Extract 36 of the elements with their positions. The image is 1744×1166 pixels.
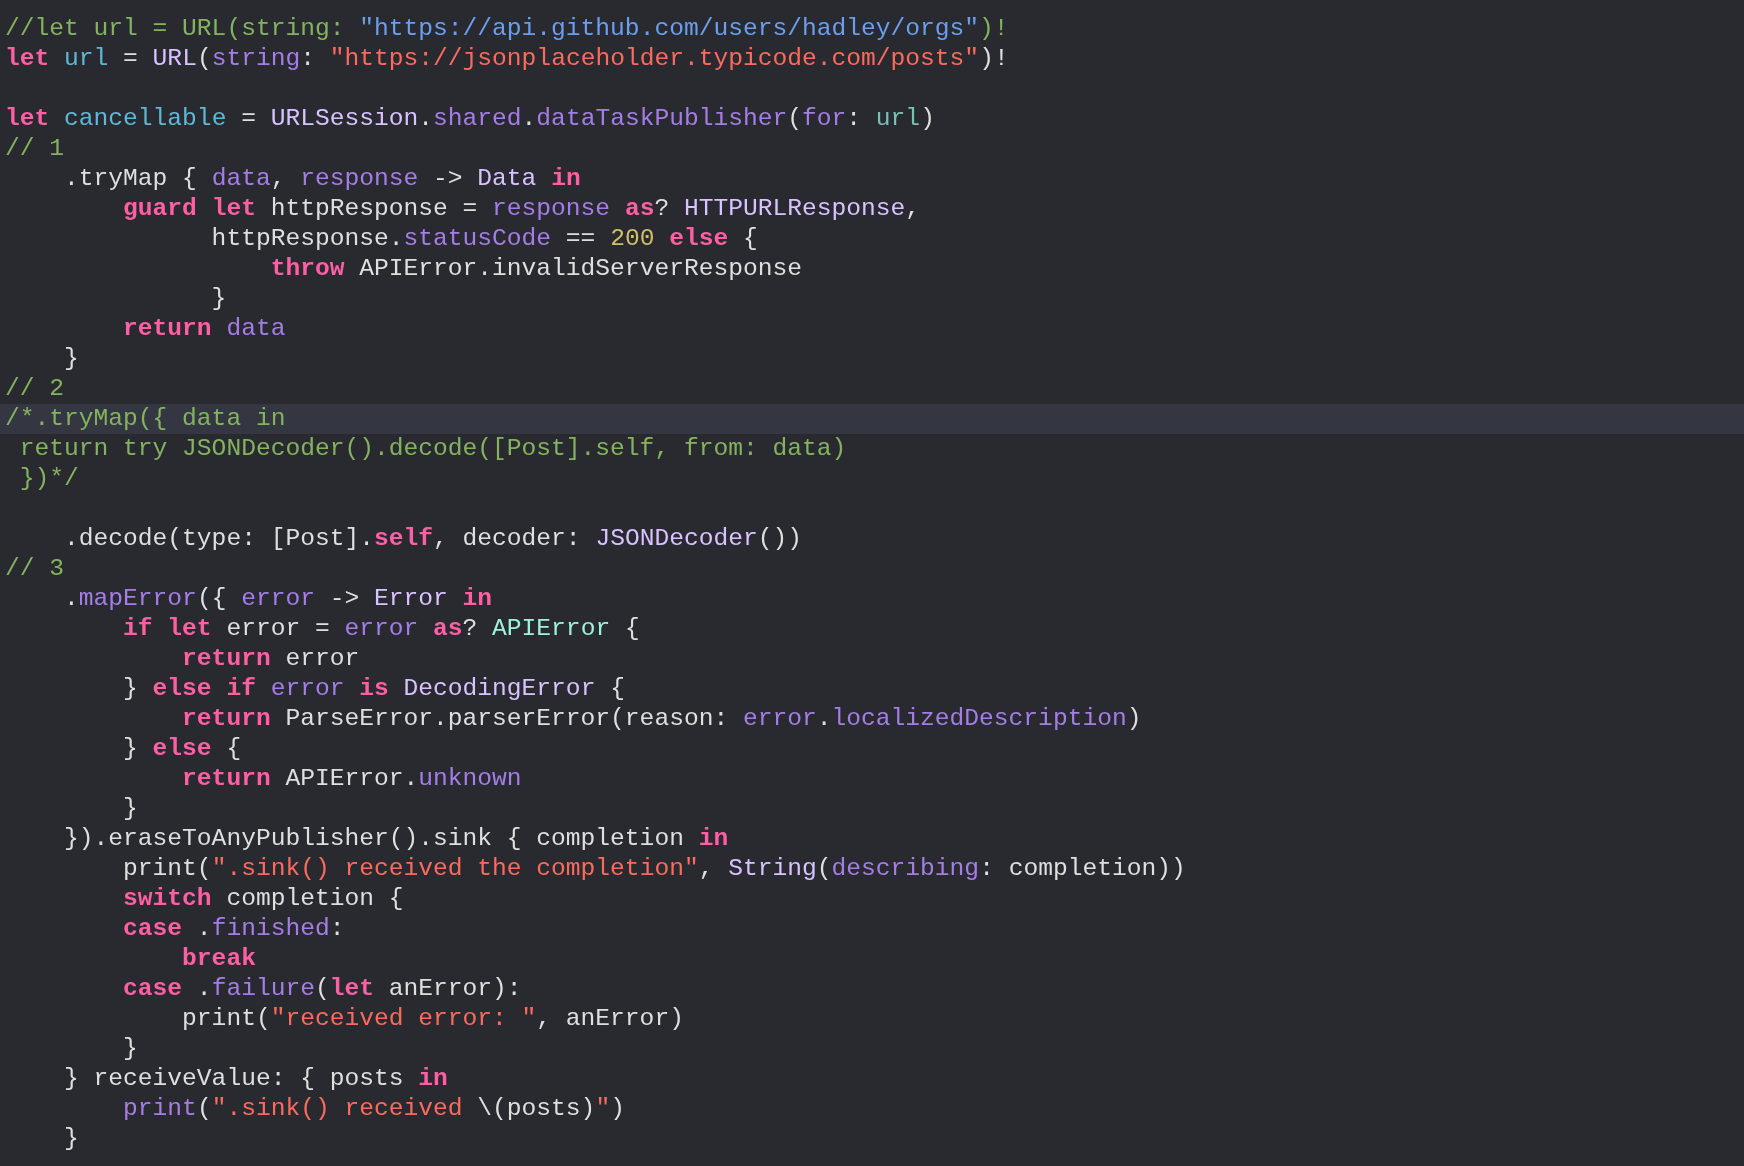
code-line: .tryMap { data, response -> Data in: [63, 165, 581, 192]
code-line: case .failure(let anError):: [122, 975, 522, 1002]
code-line: .decode(type: [Post].self, decoder: JSONDecoder()): [63, 525, 802, 552]
code-line: return ParseError.parserError(reason: error.localizedDescription): [181, 705, 1142, 732]
code-line: })*/: [18, 465, 79, 492]
code-line: // 3: [5, 555, 65, 582]
code-line: // 2: [5, 375, 65, 402]
code-line: }).eraseToAnyPublisher().sink { completion in: [63, 825, 729, 852]
code-line: throw APIError.invalidServerResponse: [269, 255, 802, 282]
code-line: } else {: [122, 735, 242, 762]
code-line: guard let httpResponse = response as? HTTPURLResponse,: [122, 195, 921, 222]
code-line: return APIError.unknown: [181, 765, 522, 792]
code-line: } else if error is DecodingError {: [122, 675, 625, 702]
code-line: let url = URL(string: "https://jsonplaceholder.typicode.com/posts")!: [5, 45, 1009, 72]
code-line: return error: [181, 645, 360, 672]
code-line: }: [122, 1035, 138, 1062]
code-line: if let error = error as? APIError {: [122, 615, 640, 642]
code-line: } receiveValue: { posts in: [63, 1065, 448, 1092]
code-line: let cancellable = URLSession.shared.dataTaskPublisher(for: url): [5, 105, 935, 132]
code-line: }: [122, 795, 138, 822]
code-line: /*.tryMap({ data in: [5, 405, 286, 432]
code-line: }: [63, 345, 79, 372]
code-line: // 1: [5, 135, 65, 162]
code-line: case .finished:: [122, 915, 345, 942]
code-line: print(".sink() received the completion", String(describing: completion)): [122, 855, 1186, 882]
code-line: //let url = URL(string: "https://api.github.com/users/hadley/orgs")!: [5, 15, 1009, 42]
code-line: httpResponse.statusCode == 200 else {: [210, 225, 758, 252]
code-line: .mapError({ error -> Error in: [63, 585, 493, 612]
code-line: }: [63, 1125, 79, 1152]
code-line: break: [181, 945, 256, 972]
code-line: }: [210, 285, 227, 312]
code-line: print(".sink() received \(posts)"): [122, 1095, 625, 1122]
code-line: return try JSONDecoder().decode([Post].self, from: data): [18, 435, 847, 462]
code-line: return data: [122, 315, 286, 342]
code-line: switch completion {: [122, 885, 404, 912]
code-line: print("received error: ", anError): [181, 1005, 684, 1032]
